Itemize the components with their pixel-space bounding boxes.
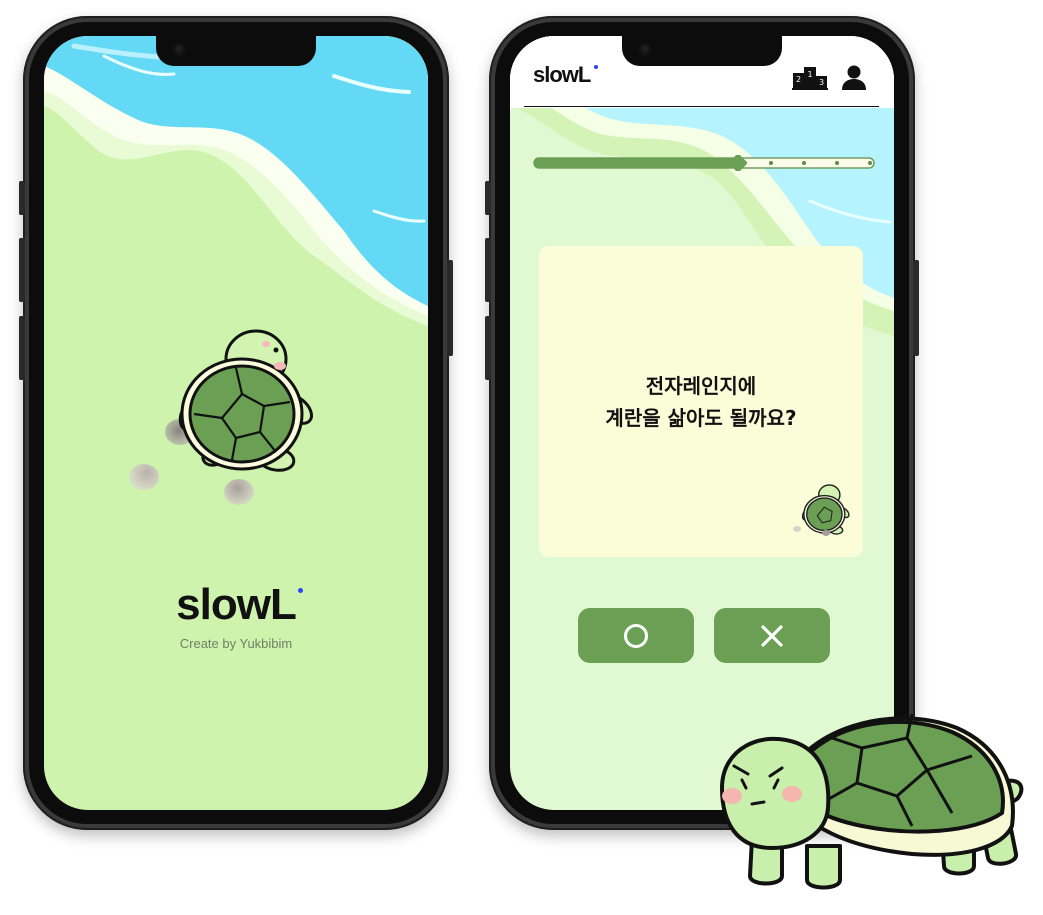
footprint <box>793 526 801 532</box>
podium-icon: 1 2 3 <box>792 67 828 90</box>
progress-step-dot <box>802 161 806 165</box>
front-camera <box>638 42 652 56</box>
power-button <box>447 260 453 356</box>
progress-step-dot <box>868 161 872 165</box>
footprint <box>822 530 830 536</box>
turtle-mascot-illustration <box>720 713 1024 890</box>
volume-up-button <box>19 238 25 302</box>
volume-up-button <box>485 238 491 302</box>
logo-dot <box>594 65 598 69</box>
header-divider <box>524 106 879 107</box>
progress-bar <box>533 153 875 173</box>
volume-down-button <box>19 316 25 380</box>
silent-switch <box>19 181 25 215</box>
user-icon <box>842 65 866 90</box>
header-logo[interactable]: slowL <box>533 63 591 87</box>
answer-yes-button[interactable]: O <box>578 608 694 663</box>
volume-down-button <box>485 316 491 380</box>
credit-text: Create by Yukbibim <box>179 636 293 651</box>
podium-digit-2: 2 <box>796 75 801 84</box>
question-line-1: 전자레인지에 <box>645 374 757 398</box>
app-logo: slowL <box>176 580 297 629</box>
logo-dot <box>298 588 303 593</box>
notch <box>156 36 316 66</box>
close-x-icon <box>761 624 783 647</box>
notch <box>622 36 782 66</box>
podium-digit-1: 1 <box>807 70 812 79</box>
question-card: 전자레인지에 계란을 삶아도 될까요? <box>539 246 863 557</box>
turtle-top-view-icon <box>178 329 313 472</box>
podium-digit-3: 3 <box>819 78 824 87</box>
progress-step-dot <box>835 161 839 165</box>
answer-no-button[interactable]: X <box>714 608 830 663</box>
power-button <box>913 260 919 356</box>
quiz-screen: slowL 1 2 3 전자레인지에 계란을 삶아도 될까요? <box>510 36 894 810</box>
progress-thumb <box>728 153 748 173</box>
silent-switch <box>485 181 491 215</box>
footprint <box>129 464 159 490</box>
progress-track <box>533 153 875 173</box>
ranking-button[interactable]: 1 2 3 <box>792 65 828 91</box>
splash-screen: slowL Create by Yukbibim <box>44 36 428 810</box>
progress-fill <box>534 158 738 168</box>
circle-o-icon <box>624 623 648 648</box>
profile-button[interactable] <box>840 64 868 92</box>
question-line-2: 계란을 삶아도 될까요? <box>605 406 797 430</box>
front-camera <box>172 42 186 56</box>
progress-step-dot <box>769 161 773 165</box>
splash-phone: slowL Create by Yukbibim <box>19 16 453 830</box>
